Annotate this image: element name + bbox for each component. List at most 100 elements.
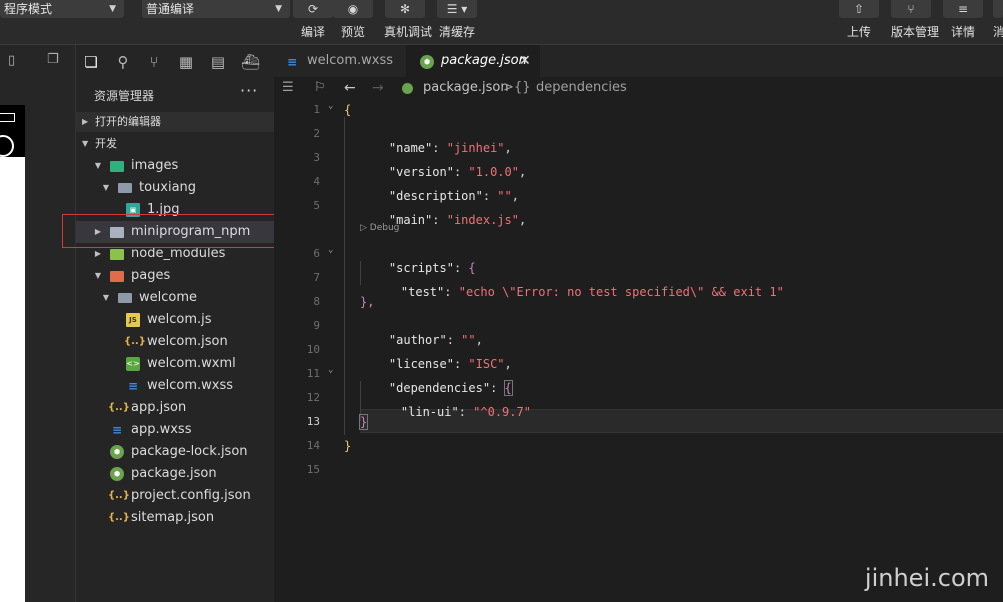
version-label: 版本管理 (891, 25, 940, 39)
code-line-12: "lin-ui": "^0.9.7" (400, 405, 531, 419)
preview-label: 预览 (340, 25, 365, 39)
compile-select-value: 普通编译 (146, 2, 195, 16)
tree-file-package-lock-json[interactable]: ⬢ package-lock.json (76, 441, 274, 463)
chevron-down-icon: ▼ (102, 293, 110, 302)
message-label: 消 (993, 25, 1003, 39)
tree-file-package-json[interactable]: ⬢ package.json (76, 463, 274, 485)
code-editor[interactable]: 1 2 3 4 5 6 7 8 9 10 11 12 13 14 15 ⌄ ⌄ … (274, 99, 1003, 602)
code-line-7: "test": "echo \"Error: no test specified… (400, 285, 784, 299)
files-icon[interactable]: ❏ (82, 53, 100, 71)
compile-select[interactable]: 普通编译 ▼ (142, 0, 290, 18)
npm-package-icon (402, 83, 413, 94)
chevron-down-icon: ▼ (102, 183, 110, 192)
code-line-14: } (344, 439, 352, 453)
remote-debug-button[interactable]: ✻ 真机调试 (384, 0, 432, 40)
fold-chevron-icon[interactable]: ⌄ (328, 365, 333, 375)
section-dev[interactable]: ▼ 开发 (76, 134, 274, 154)
fold-chevron-icon[interactable]: ⌄ (328, 245, 333, 255)
arrow-right-icon[interactable]: → (372, 77, 384, 99)
chevron-down-icon: ▼ (82, 139, 89, 148)
json-file-icon: {..} (108, 490, 130, 501)
fold-chevron-icon[interactable]: ⌄ (328, 101, 333, 111)
json-key: "lin-ui" (400, 405, 459, 419)
close-icon[interactable]: ✕ (519, 45, 531, 77)
css-file-icon: ≡ (127, 379, 139, 393)
battery-icon (0, 113, 15, 122)
line-number: 3 (313, 151, 320, 164)
compile-button[interactable]: ⟳ 编译 (293, 0, 333, 40)
section-open-editors-label: 打开的编辑器 (95, 115, 161, 128)
tree-file-sitemap-json[interactable]: {..} sitemap.json (76, 507, 274, 529)
search-icon[interactable]: ⚲ (114, 53, 132, 71)
window-icon[interactable]: ❐ (47, 52, 59, 67)
tree-label: pages (131, 268, 171, 283)
bug-icon: ✻ (385, 0, 425, 18)
tree-file-app-json[interactable]: {..} app.json (76, 397, 274, 419)
json-file-icon: {..} (108, 402, 130, 413)
record-icon (0, 135, 14, 157)
json-key: "test" (400, 285, 445, 299)
version-button[interactable]: ⑂ 版本管理 (891, 0, 940, 40)
preview-button[interactable]: ◉ 预览 (333, 0, 373, 40)
tree-file-welcom-js[interactable]: JS welcom.js (76, 309, 274, 331)
more-icon[interactable]: ··· (240, 81, 258, 100)
json-file-icon: {..} (124, 336, 146, 347)
js-file-icon: JS (126, 313, 140, 327)
section-open-editors[interactable]: ▶ 打开的编辑器 (76, 112, 274, 132)
tree-file-welcom-wxss[interactable]: ≡ welcom.wxss (76, 375, 274, 397)
menu-icon: ≡ (943, 0, 983, 18)
tree-folder-pages[interactable]: ▼ pages (76, 265, 274, 287)
npm-package-icon: ⬢ (420, 55, 434, 69)
extensions-icon[interactable]: ▦ (177, 53, 195, 71)
message-button[interactable]: 消 (993, 0, 1003, 40)
clear-cache-button[interactable]: ☰ ▾ 清缓存 (437, 0, 477, 40)
tree-folder-images[interactable]: ▼ images (76, 155, 274, 177)
source-control-icon[interactable]: ⑂ (145, 53, 163, 71)
explorer-title: 资源管理器 (94, 89, 155, 103)
detail-label: 详情 (950, 25, 975, 39)
line-number: 9 (313, 319, 320, 332)
detail-button[interactable]: ≡ 详情 (943, 0, 983, 40)
code-line-8: }, (360, 295, 375, 309)
docker-icon[interactable]: ⛴ (241, 53, 260, 71)
tree-label: touxiang (139, 180, 197, 195)
clear-cache-label: 清缓存 (438, 25, 475, 39)
tree-folder-welcome[interactable]: ▼ welcome (76, 287, 274, 309)
line-number: 10 (306, 343, 320, 356)
tree-label: welcome (139, 290, 198, 305)
breadcrumb-node[interactable]: dependencies (536, 77, 627, 99)
debug-panel-icon[interactable]: ▤ (209, 53, 227, 71)
tree-file-welcom-json[interactable]: {..} welcom.json (76, 331, 274, 353)
node-folder-icon (110, 249, 124, 260)
tree-label: package.json (131, 466, 217, 481)
tree-label: app.json (131, 400, 187, 415)
tree-label: app.wxss (131, 422, 192, 437)
breadcrumb-file[interactable]: package.json (423, 77, 509, 99)
compile-label: 编译 (300, 25, 325, 39)
eye-icon: ◉ (333, 0, 373, 18)
refresh-icon: ⟳ (293, 0, 333, 18)
tab-package-json[interactable]: ⬢ package.json ✕ (406, 45, 540, 77)
simulator-status-bar (0, 105, 25, 157)
chevron-down-icon: ▼ (109, 4, 116, 14)
code-line-13: } (358, 414, 369, 430)
tree-file-app-wxss[interactable]: ≡ app.wxss (76, 419, 274, 441)
pages-folder-icon (110, 271, 124, 282)
list-icon[interactable]: ☰ (282, 77, 294, 99)
line-number: 12 (306, 391, 320, 404)
simulator-screen[interactable] (0, 105, 25, 602)
arrow-left-icon[interactable]: ← (344, 77, 356, 99)
tree-file-project-config-json[interactable]: {..} project.config.json (76, 485, 274, 507)
debug-codelens[interactable]: ▷ Debug (360, 223, 399, 233)
json-file-icon: {..} (108, 512, 130, 523)
upload-label: 上传 (846, 25, 871, 39)
tree-folder-touxiang[interactable]: ▼ touxiang (76, 177, 274, 199)
bookmark-icon[interactable]: ⚐ (314, 77, 326, 99)
tab-welcom-wxss[interactable]: ≡ welcom.wxss (274, 45, 406, 77)
mode-select[interactable]: 程序模式 ▼ (0, 0, 124, 18)
tree-label: welcom.json (147, 334, 228, 349)
phone-icon[interactable]: ▯ (8, 53, 15, 68)
upload-button[interactable]: ⇧ 上传 (839, 0, 879, 40)
line-number: 2 (313, 127, 320, 140)
tree-file-welcom-wxml[interactable]: <> welcom.wxml (76, 353, 274, 375)
